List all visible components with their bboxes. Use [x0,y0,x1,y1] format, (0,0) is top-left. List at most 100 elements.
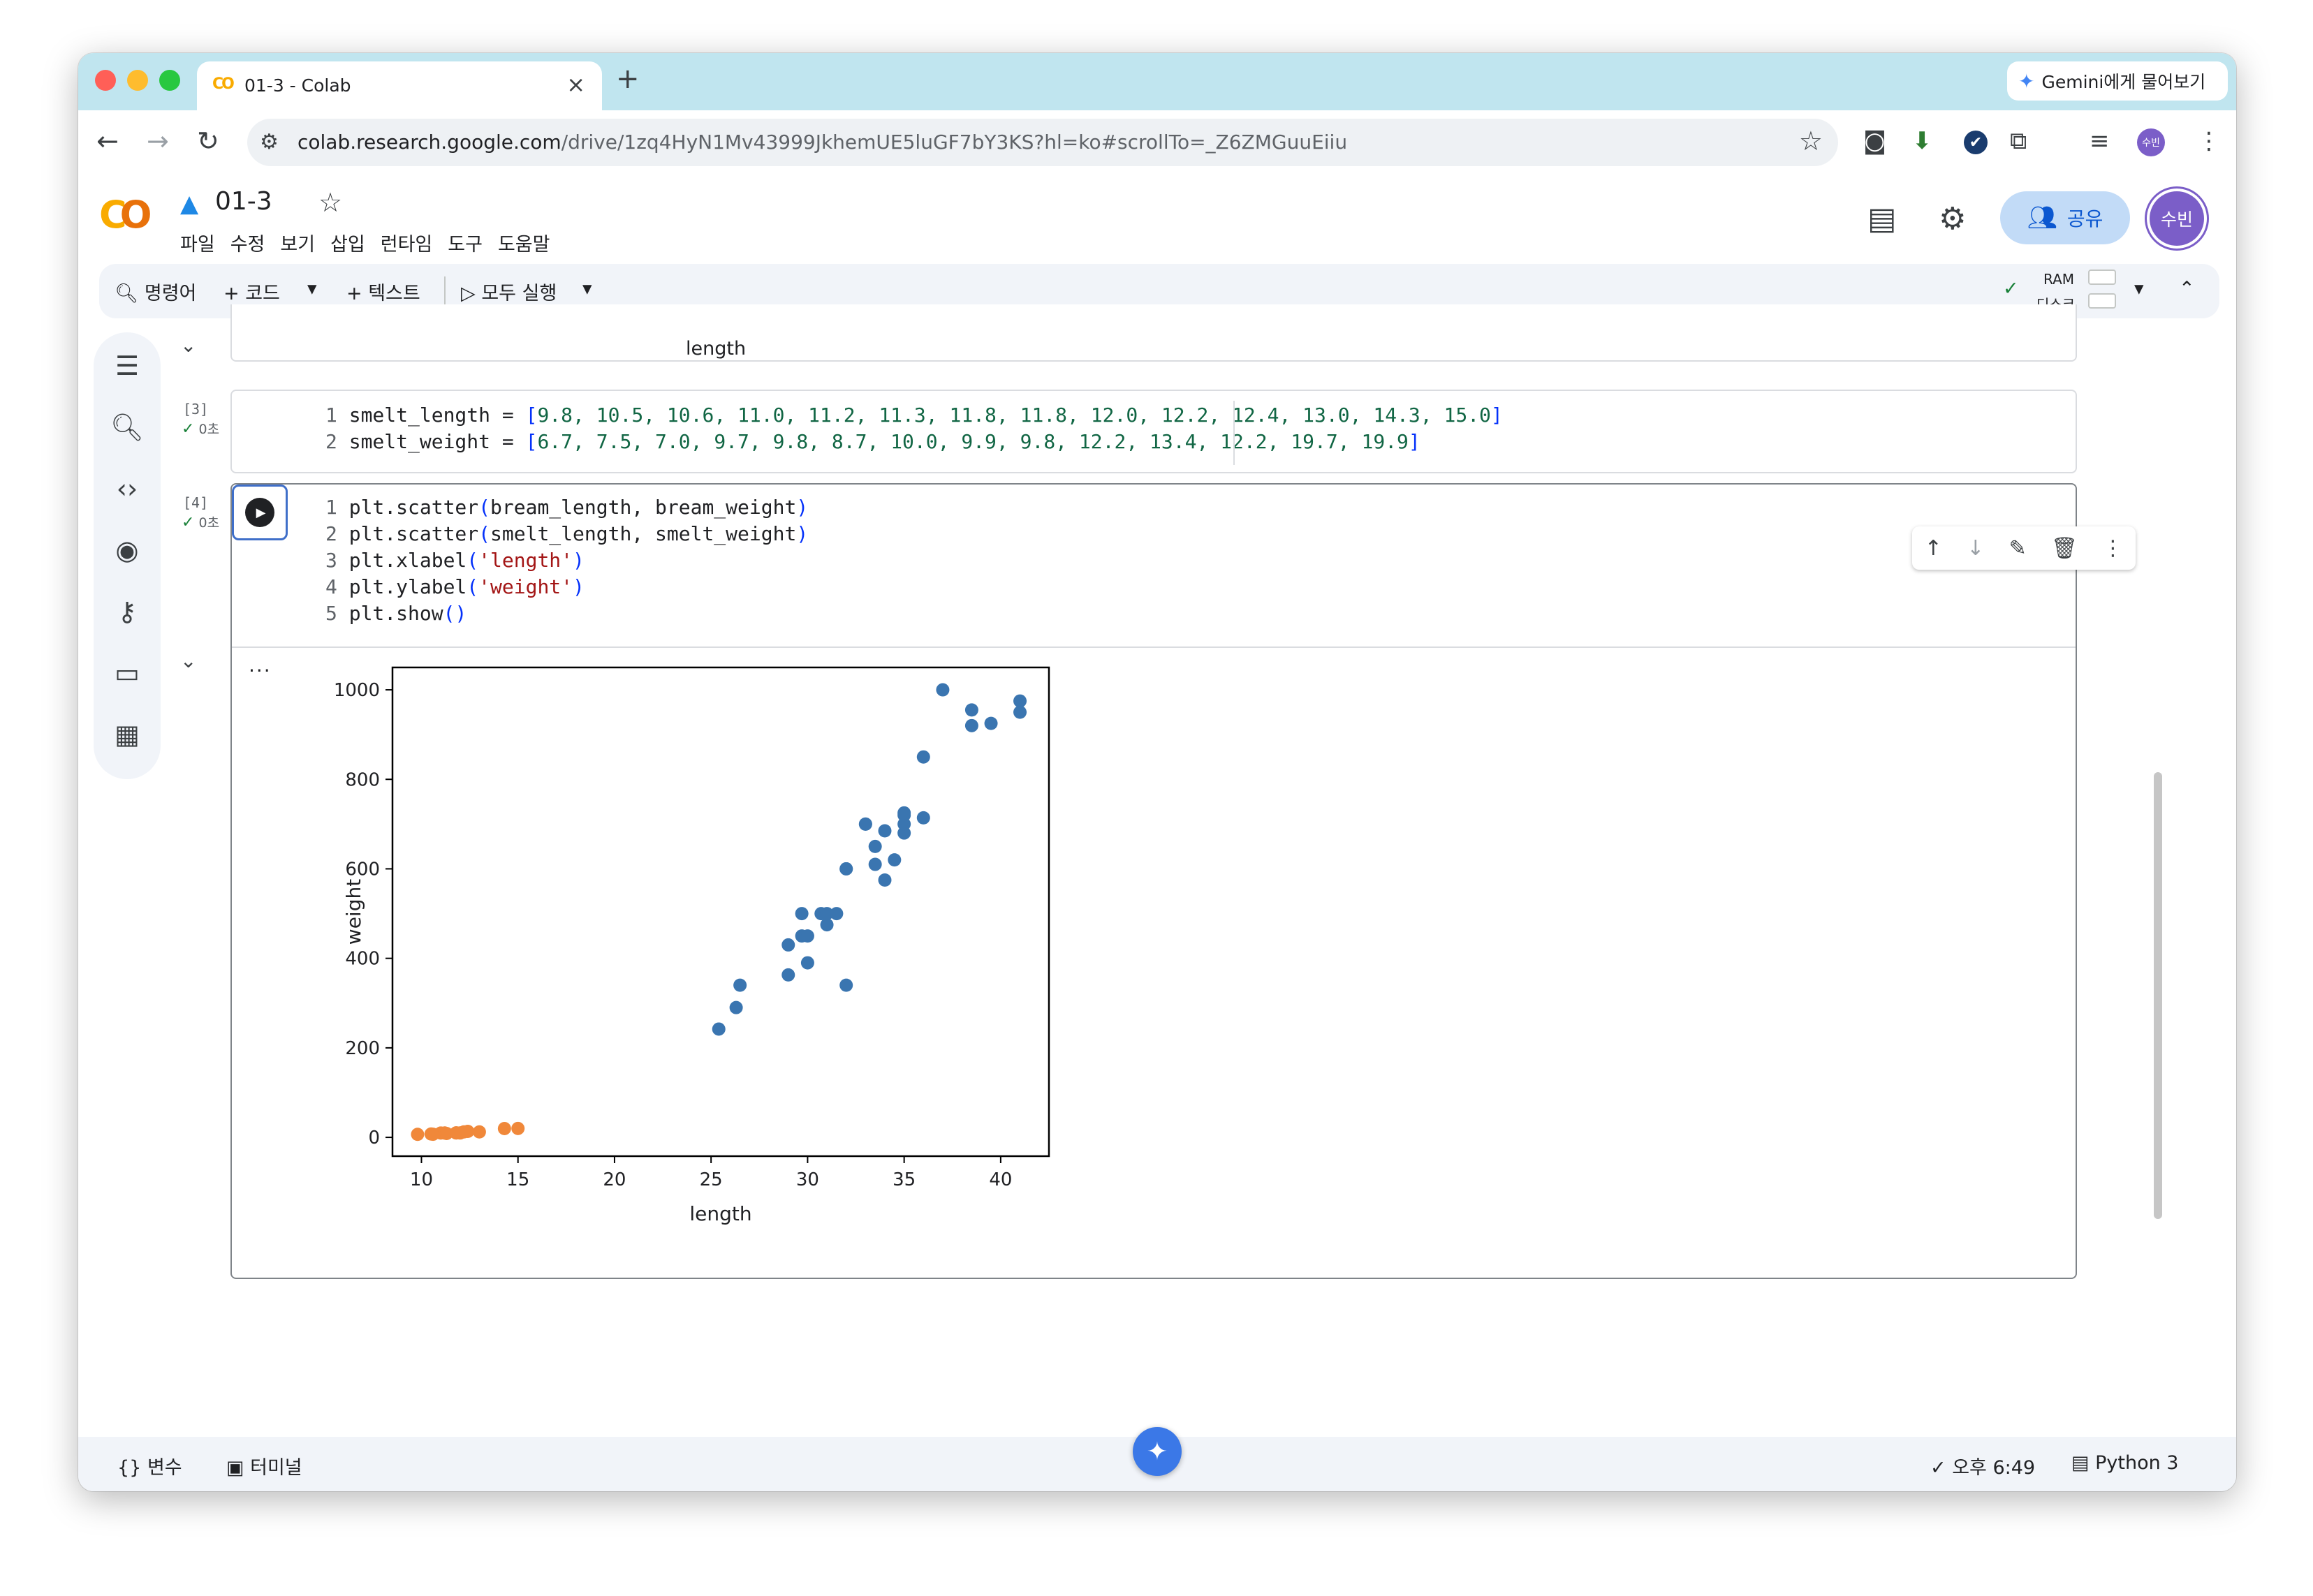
x-tick-label: 35 [893,1169,916,1190]
run-all-dropdown-icon[interactable]: ▾ [582,278,592,300]
colab-favicon-icon: CO [212,75,235,93]
find-replace-icon[interactable]: 🔍︎ [94,412,161,443]
braces-icon: {} [117,1457,142,1479]
data-point [897,808,911,822]
terminal-label: 터미널 [250,1457,302,1479]
data-point [878,824,892,838]
bookmark-star-icon[interactable]: ☆ [1799,126,1823,156]
colab-logo[interactable]: CO [99,193,152,237]
run-all-button[interactable]: ▷ 모두 실행 [461,278,557,305]
code-line: 2 plt.scatter(smelt_length, smelt_weight… [325,522,809,545]
menu-view[interactable]: 보기 [280,229,315,256]
y-tick-label: 1000 [334,680,380,701]
variable-inspector-icon[interactable]: ◉ [94,535,161,566]
x-tick-label: 25 [700,1169,723,1190]
media-queue-icon[interactable]: ≡ [2090,127,2110,155]
resources-dropdown-icon[interactable]: ▾ [2134,278,2144,300]
back-arrow-icon[interactable]: ← [96,126,119,156]
table-of-contents-icon[interactable]: ☰ [94,350,161,381]
menu-help[interactable]: 도움말 [498,229,550,256]
files-folder-icon[interactable]: ▭ [94,658,161,688]
run-cell-button[interactable]: ▶ [232,485,288,540]
secrets-key-icon[interactable]: ⚷ [94,596,161,627]
forward-arrow-icon[interactable]: → [147,126,169,156]
notebook-scrollbar[interactable] [2154,772,2162,1219]
data-point [858,817,872,831]
execution-status[interactable]: ✓ 오후 6:49 [1930,1452,2035,1479]
notebook-title[interactable]: 01-3 [215,187,272,216]
exec-time-4: 0초 [198,515,220,531]
more-options-icon[interactable]: ⋮ [2102,536,2123,561]
add-code-button[interactable]: + 코드 [223,278,280,305]
browser-tab[interactable]: CO 01-3 - Colab × [197,61,602,110]
minimize-window-button[interactable] [127,70,148,91]
move-up-arrow-icon[interactable]: ↑ [1925,536,1942,561]
collapse-output-chevron-icon[interactable]: ⌄ [180,649,196,672]
share-button[interactable]: 👥︎ 공유 [2000,191,2130,244]
collapse-output-chevron-icon[interactable]: ⌄ [180,334,196,357]
maximize-window-button[interactable] [159,70,180,91]
data-point [916,750,930,764]
download-arrow-icon[interactable]: ⬇ [1912,127,1932,155]
code-line: 5 plt.show() [325,602,467,625]
tab-close-icon[interactable]: × [566,71,585,98]
star-notebook-icon[interactable]: ☆ [318,187,342,218]
camera-icon[interactable]: ◙ [1863,127,1886,155]
search-icon: 🔍︎ [115,283,139,304]
code-line: 3 plt.xlabel('length') [325,549,585,572]
ram-usage-bar[interactable] [2088,269,2116,285]
delete-trash-icon[interactable]: 🗑︎ [2051,536,2078,561]
browser-window: CO 01-3 - Colab × + ✦ Gemini에게 물어보기 ← → … [78,53,2236,1491]
site-settings-icon[interactable]: ⚙ [260,130,279,154]
code-cell-4[interactable]: ▶ 1 plt.scatter(bream_length, bream_weig… [230,483,2077,1279]
close-window-button[interactable] [95,70,116,91]
terminal-button[interactable]: ▣ 터미널 [226,1452,302,1479]
data-table-icon[interactable]: ▦ [94,719,161,750]
x-tick-label: 15 [506,1169,529,1190]
url-bar[interactable]: ⚙ colab.research.google.com/drive/1zq4Hy… [247,119,1838,166]
runtime-icon: ▤ [2071,1452,2090,1474]
comments-icon[interactable]: ▤ [1867,201,1897,237]
data-point [868,839,882,853]
variables-button[interactable]: {} 변수 [117,1452,182,1479]
puzzle-extensions-icon[interactable]: ⧉ [2010,127,2027,155]
command-label: 명령어 [144,283,197,304]
cell-toolbar: ↑ ↓ ✎ 🗑︎ ⋮ [1912,526,2136,570]
data-point [733,978,747,992]
disk-usage-bar[interactable] [2088,293,2116,309]
add-code-dropdown-icon[interactable]: ▾ [307,278,317,300]
code-editor-4[interactable]: 1 plt.scatter(bream_length, bream_weight… [325,494,808,627]
url-host: colab.research.google.com [298,131,561,154]
output-actions-icon[interactable]: ... [249,653,272,677]
command-palette-button[interactable]: 🔍︎ 명령어 [115,278,196,305]
menu-tools[interactable]: 도구 [448,229,483,256]
extension-check-icon[interactable]: ✔ [1964,131,1988,154]
settings-gear-icon[interactable]: ⚙ [1939,201,1966,237]
gemini-fab-button[interactable]: ✦ [1133,1427,1182,1476]
exec-status-3: ✓ 0초 [182,419,219,438]
url-text[interactable]: colab.research.google.com/drive/1zq4HyN1… [298,131,1347,154]
menu-insert[interactable]: 삽입 [330,229,365,256]
code-snippets-icon[interactable]: ‹› [94,473,161,504]
gemini-ask-button[interactable]: ✦ Gemini에게 물어보기 [2007,61,2228,101]
user-avatar[interactable]: 수빈 [2150,191,2204,246]
move-down-arrow-icon[interactable]: ↓ [1967,536,1984,561]
reload-icon[interactable]: ↻ [197,126,219,156]
exec-time-3: 0초 [198,422,220,437]
menu-runtime[interactable]: 런타임 [381,229,433,256]
edit-pencil-icon[interactable]: ✎ [2009,536,2027,561]
code-cell-3[interactable]: 1 smelt_length = [9.8, 10.5, 10.6, 11.0,… [230,390,2077,473]
code-editor-3[interactable]: 1 smelt_length = [9.8, 10.5, 10.6, 11.0,… [325,402,1503,455]
menu-file[interactable]: 파일 [180,229,215,256]
collapse-header-icon[interactable]: ⌃ [2179,278,2195,300]
add-text-button[interactable]: + 텍스트 [346,278,420,305]
drive-icon[interactable]: ▲ [180,190,198,218]
menu-edit[interactable]: 수정 [230,229,265,256]
profile-avatar-icon[interactable]: 수빈 [2137,128,2165,156]
runtime-button[interactable]: ▤ Python 3 [2071,1452,2178,1474]
new-tab-button[interactable]: + [616,63,640,95]
code-line: 1 smelt_length = [9.8, 10.5, 10.6, 11.0,… [325,404,1503,427]
y-tick-label: 600 [345,859,380,880]
browser-menu-icon[interactable]: ⋮ [2197,127,2221,155]
data-point [984,716,998,730]
